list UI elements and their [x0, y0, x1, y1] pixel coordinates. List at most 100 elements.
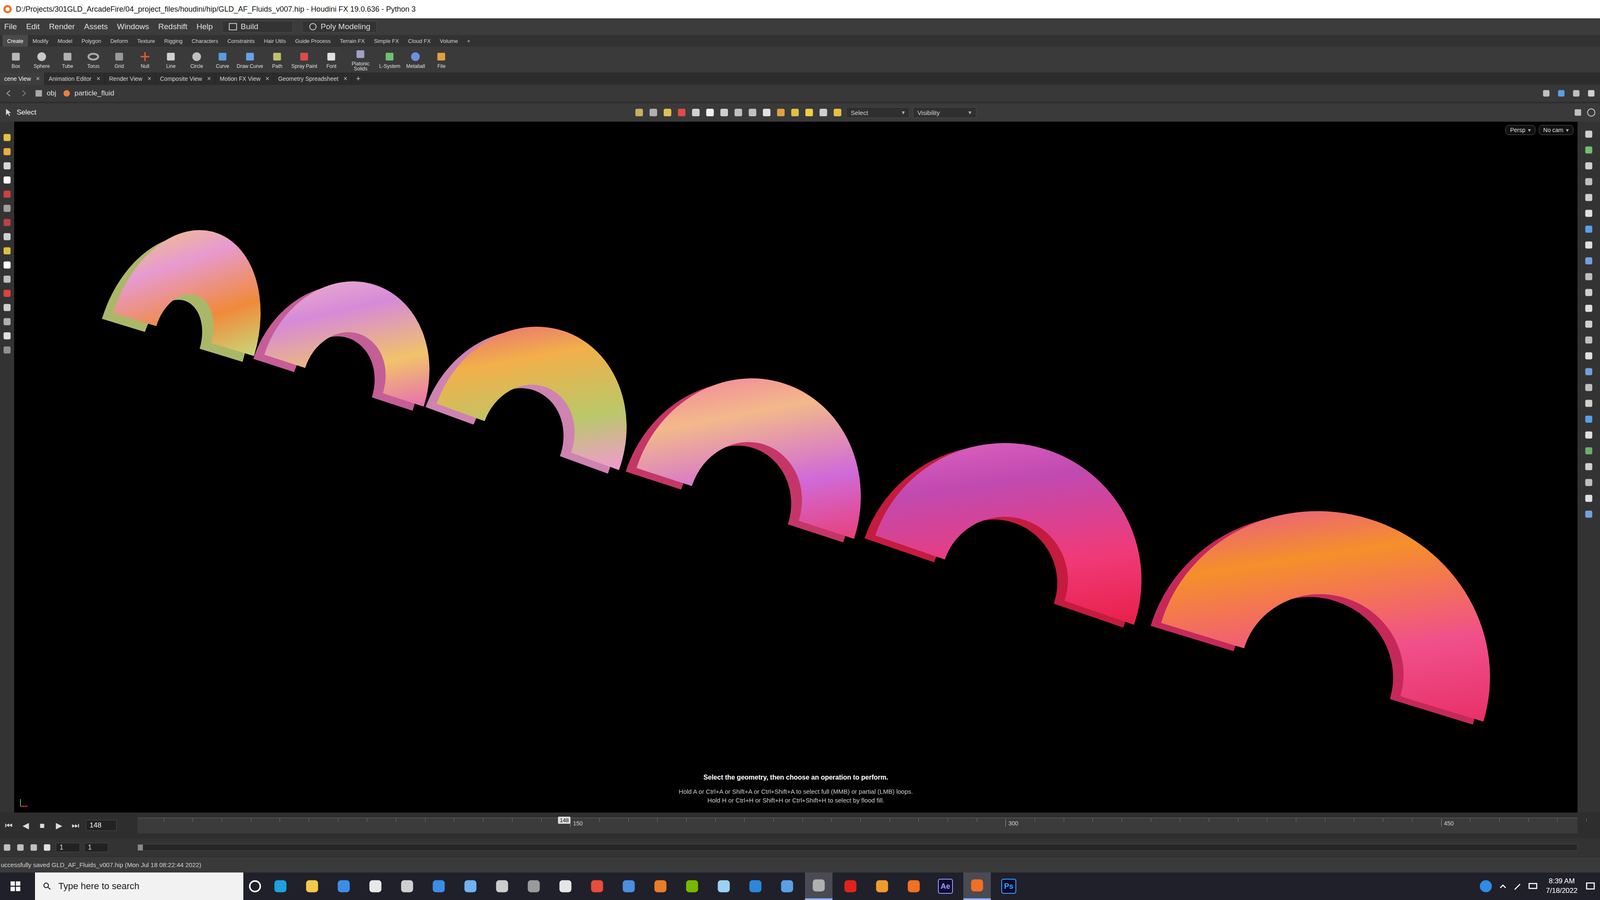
menu-item[interactable]: Edit — [26, 22, 40, 32]
pane-option-icon[interactable] — [1571, 88, 1581, 98]
shelf-tool[interactable]: Path — [264, 50, 290, 69]
display-option-icon[interactable] — [1583, 192, 1594, 203]
shelf-tab[interactable]: Volume — [435, 35, 463, 47]
shelf-tab[interactable]: Simple FX — [369, 35, 404, 47]
range-option-icon[interactable] — [42, 842, 52, 853]
close-tab-button[interactable]: × — [265, 75, 270, 83]
taskbar-app[interactable]: Ae — [931, 872, 960, 900]
tool-icon[interactable] — [2, 260, 13, 270]
display-options-icon[interactable] — [1573, 107, 1583, 118]
particle-arch[interactable] — [253, 256, 455, 414]
taskbar-app[interactable] — [963, 872, 991, 900]
taskbar-app[interactable] — [551, 872, 580, 900]
path-segment[interactable]: obj — [34, 88, 57, 98]
display-option-icon[interactable] — [1583, 271, 1594, 282]
taskbar-app[interactable] — [583, 872, 611, 900]
shelf-tool[interactable]: Curve — [210, 50, 235, 69]
display-option-icon[interactable] — [1583, 430, 1594, 440]
display-option-icon[interactable] — [1583, 303, 1594, 314]
show-hidden-icons-icon[interactable] — [1497, 880, 1509, 892]
taskbar-app[interactable] — [900, 872, 928, 900]
taskbar-app[interactable] — [710, 872, 738, 900]
shelf-tool[interactable]: Spray Paint — [290, 50, 318, 69]
pane-tab[interactable]: Motion FX View × — [215, 72, 274, 85]
display-option-icon[interactable] — [1583, 414, 1594, 425]
pane-tab[interactable]: cene View × — [0, 72, 45, 85]
camera-menu[interactable]: No cam▾ — [1538, 125, 1574, 135]
pane-tab[interactable]: Render View × — [105, 72, 156, 85]
selection-tool-icon[interactable] — [690, 107, 702, 118]
taskbar-app[interactable] — [456, 872, 485, 900]
menu-item[interactable]: File — [4, 22, 18, 32]
pen-icon[interactable] — [1512, 880, 1524, 892]
range-option-icon[interactable] — [29, 842, 39, 853]
selection-tool-icon[interactable] — [732, 107, 744, 118]
shelf-tab[interactable]: Hair Utils — [259, 35, 291, 47]
selection-tool-icon[interactable] — [718, 107, 730, 118]
tool-icon[interactable] — [2, 189, 13, 200]
taskbar-app[interactable] — [836, 872, 865, 900]
tool-icon[interactable] — [2, 132, 13, 143]
taskbar-app[interactable] — [266, 872, 295, 900]
selection-tool-icon[interactable] — [803, 107, 815, 118]
shelf-tool[interactable]: Grid — [106, 50, 132, 69]
range-end-field[interactable]: 1 — [84, 842, 109, 853]
display-option-icon[interactable] — [1583, 509, 1594, 520]
display-option-icon[interactable] — [1583, 160, 1594, 171]
shelf-tab[interactable]: Rigging — [159, 35, 188, 47]
taskbar-app[interactable] — [773, 872, 801, 900]
shelf-tool[interactable]: L-System — [377, 50, 403, 69]
particle-arch[interactable] — [102, 208, 286, 365]
viewport-canvas[interactable]: Persp▾ No cam▾ Select the geometry, then… — [14, 121, 1578, 813]
range-slider[interactable] — [137, 844, 1578, 851]
taskbar-app[interactable] — [805, 872, 833, 900]
display-option-icon[interactable] — [1583, 398, 1594, 409]
selection-type-dropdown[interactable]: Select▾ — [846, 107, 910, 118]
display-option-icon[interactable] — [1583, 224, 1594, 235]
help-tray-icon[interactable] — [1478, 878, 1494, 894]
taskbar-app[interactable] — [615, 872, 643, 900]
search-box[interactable]: Type here to search — [35, 872, 244, 900]
selection-tool-icon[interactable] — [761, 107, 773, 118]
particle-arch[interactable] — [625, 345, 893, 546]
shelf-tab[interactable]: Cloud FX — [403, 35, 435, 47]
tool-icon[interactable] — [2, 160, 13, 171]
shelf-tab[interactable]: Constraints — [222, 35, 260, 47]
display-option-icon[interactable] — [1583, 129, 1594, 140]
shelf-tool[interactable]: Tube — [55, 50, 80, 69]
forward-arrow-icon[interactable] — [19, 88, 29, 98]
taskbar-app[interactable] — [330, 872, 358, 900]
selection-tool-icon[interactable] — [789, 107, 801, 118]
pane-option-icon[interactable] — [1586, 88, 1596, 98]
taskbar-app[interactable] — [393, 872, 421, 900]
taskbar-app[interactable] — [488, 872, 516, 900]
playback-button[interactable]: ■ — [35, 820, 49, 831]
visibility-dropdown[interactable]: Visibility▾ — [912, 107, 977, 118]
display-option-icon[interactable] — [1583, 287, 1594, 298]
display-option-icon[interactable] — [1583, 477, 1594, 488]
add-pane-tab-button[interactable]: + — [351, 72, 365, 85]
taskbar-app[interactable] — [425, 872, 453, 900]
tool-icon[interactable] — [2, 302, 13, 313]
playback-button[interactable]: ▶ — [52, 820, 65, 831]
playhead[interactable]: 148 — [557, 816, 571, 824]
tool-icon[interactable] — [2, 231, 13, 242]
current-frame-field[interactable]: 148 — [85, 820, 117, 831]
tool-icon[interactable] — [2, 203, 13, 214]
workspace-selector[interactable]: Poly Modeling — [302, 20, 377, 33]
pane-option-icon[interactable] — [1556, 88, 1566, 98]
display-option-icon[interactable] — [1583, 366, 1594, 377]
shelf-tab[interactable]: Terrain FX — [335, 35, 370, 47]
display-option-icon[interactable] — [1583, 176, 1594, 187]
current-tool[interactable]: Select — [4, 107, 37, 118]
pane-tab[interactable]: Composite View × — [155, 72, 216, 85]
shelf-tool[interactable]: Null — [132, 50, 158, 69]
taskbar-app[interactable] — [678, 872, 706, 900]
selection-tool-icon[interactable] — [775, 107, 787, 118]
playback-button[interactable]: ⏮ — [2, 820, 15, 831]
range-option-icon[interactable] — [15, 842, 25, 853]
tool-icon[interactable] — [2, 330, 13, 341]
menu-item[interactable]: Assets — [84, 22, 108, 32]
path-segment[interactable]: particle_fluid — [62, 88, 115, 98]
menu-item[interactable]: Redshift — [158, 22, 188, 32]
